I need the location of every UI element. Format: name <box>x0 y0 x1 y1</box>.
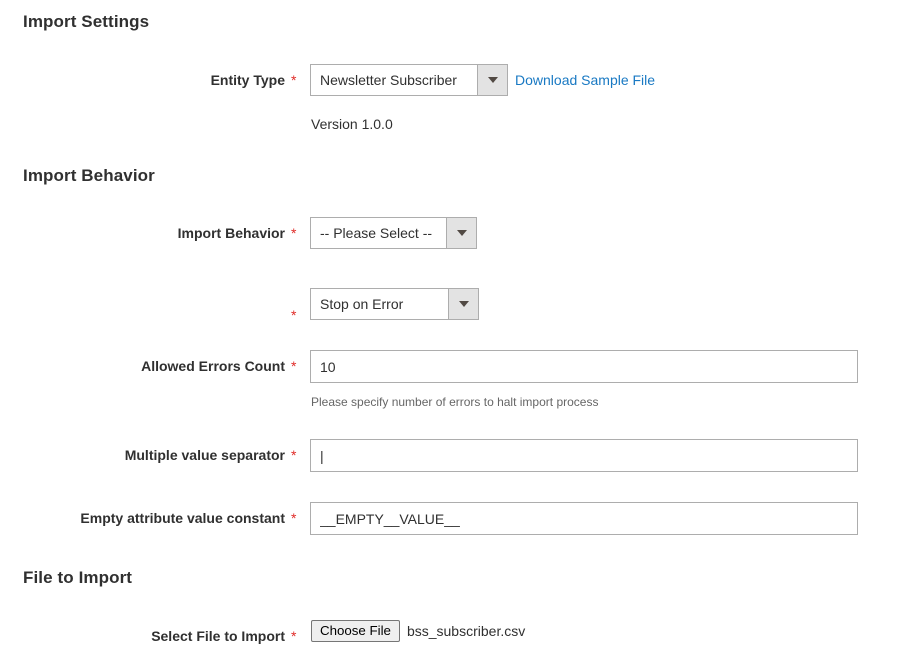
select-import-behavior-value: -- Please Select -- <box>320 225 433 241</box>
label-empty-attribute-value-constant: Empty attribute value constant <box>80 510 285 526</box>
label-allowed-errors-count: Allowed Errors Count <box>141 358 285 374</box>
chevron-down-icon[interactable] <box>446 218 476 248</box>
select-entity-type[interactable]: Newsletter Subscriber <box>310 64 508 96</box>
required-asterisk-select-file-to-import: * <box>291 628 297 644</box>
label-entity-type: Entity Type <box>210 72 285 88</box>
file-upload-control[interactable]: Choose File bss_subscriber.csv <box>311 620 525 642</box>
required-asterisk-allowed-errors-count: * <box>291 358 297 374</box>
required-asterisk-import-behavior: * <box>291 225 297 241</box>
section-title-file-to-import: File to Import <box>23 568 133 587</box>
select-error-handling[interactable]: Stop on Error <box>310 288 479 320</box>
select-error-handling-value: Stop on Error <box>320 296 404 312</box>
select-entity-type-value: Newsletter Subscriber <box>320 72 457 88</box>
selected-file-name: bss_subscriber.csv <box>406 623 526 639</box>
input-empty-attribute-value-constant[interactable] <box>310 502 858 535</box>
label-multiple-value-separator: Multiple value separator <box>124 447 285 463</box>
entity-type-version-note: Version 1.0.0 <box>311 116 393 132</box>
input-allowed-errors-count[interactable] <box>310 350 858 383</box>
chevron-down-icon[interactable] <box>448 289 478 319</box>
select-import-behavior[interactable]: -- Please Select -- <box>310 217 477 249</box>
required-asterisk-empty-attribute-value-constant: * <box>291 510 297 526</box>
note-allowed-errors-count: Please specify number of errors to halt … <box>311 395 599 409</box>
section-title-import-settings: Import Settings <box>23 12 150 31</box>
chevron-down-icon[interactable] <box>477 65 507 95</box>
choose-file-button[interactable]: Choose File <box>311 620 400 642</box>
required-asterisk-error-handling: * <box>291 307 297 323</box>
import-form-page: Import Settings Entity Type * Newsletter… <box>0 0 924 666</box>
required-asterisk-multiple-value-separator: * <box>291 447 297 463</box>
label-select-file-to-import: Select File to Import <box>151 628 285 644</box>
download-sample-file-link[interactable]: Download Sample File <box>515 72 655 88</box>
section-title-import-behavior: Import Behavior <box>23 166 155 185</box>
input-multiple-value-separator[interactable] <box>310 439 858 472</box>
label-import-behavior: Import Behavior <box>177 225 285 241</box>
required-asterisk-entity-type: * <box>291 72 297 88</box>
